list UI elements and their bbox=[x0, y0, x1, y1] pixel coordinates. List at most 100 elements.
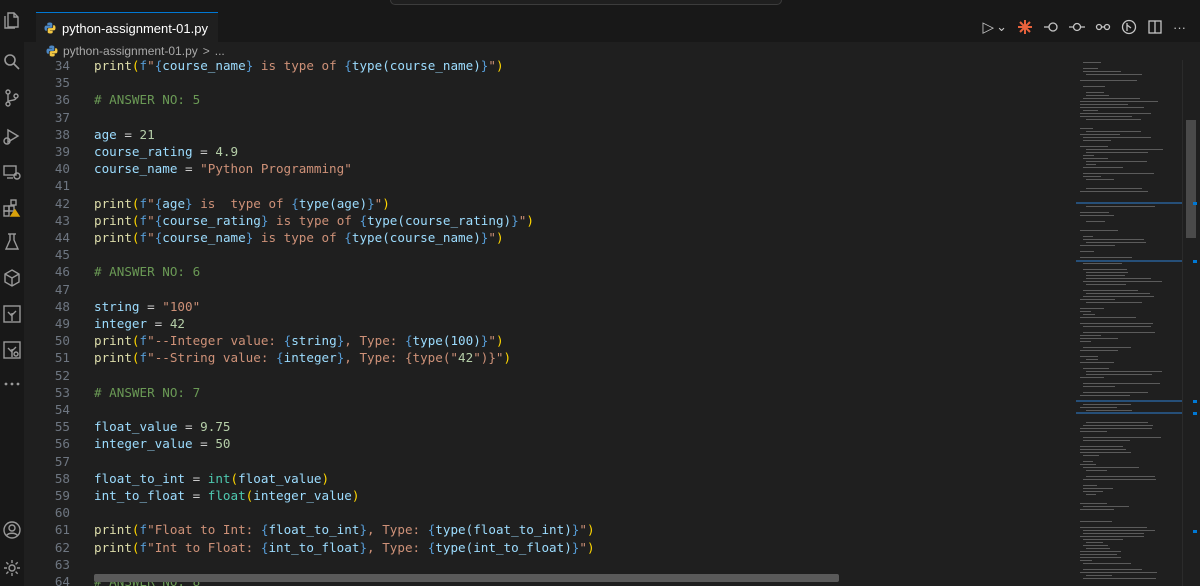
minimap-line bbox=[1083, 530, 1155, 531]
minimap-line bbox=[1083, 539, 1123, 540]
code-line[interactable]: 62 print(f"Int to Float: {int_to_float}, … bbox=[24, 539, 1076, 556]
code-line[interactable]: 47 bbox=[24, 281, 1076, 298]
code-line[interactable]: 60 bbox=[24, 504, 1076, 521]
code-line[interactable]: 51 print(f"--String value: {integer}, Typ… bbox=[24, 349, 1076, 366]
minimap-line bbox=[1086, 92, 1104, 93]
minimap-line bbox=[1083, 506, 1129, 507]
commit-icon[interactable] bbox=[1069, 19, 1085, 35]
code-line[interactable]: 41 bbox=[24, 177, 1076, 194]
minimap-line bbox=[1086, 188, 1142, 189]
minimap-line bbox=[1080, 452, 1131, 453]
git-lens-icon[interactable] bbox=[1121, 19, 1137, 35]
code-line[interactable]: 42 print(f"{age} is type of {type(age)}") bbox=[24, 195, 1076, 212]
code-line[interactable]: 55 float_value = 9.75 bbox=[24, 418, 1076, 435]
scroll-marker bbox=[1193, 400, 1197, 403]
code-line[interactable]: 44 print(f"{course_name} is type of {type… bbox=[24, 229, 1076, 246]
split-editor-icon[interactable] bbox=[1147, 19, 1163, 35]
minimap-line bbox=[1083, 386, 1115, 387]
editor-tab[interactable]: python-assignment-01.py bbox=[36, 12, 218, 43]
minimap-line bbox=[1080, 560, 1092, 561]
files-icon[interactable] bbox=[0, 8, 24, 32]
minimap[interactable] bbox=[1076, 60, 1182, 586]
code-line[interactable]: 34 print(f"{course_name} is type of {type… bbox=[24, 60, 1076, 74]
minimap-line bbox=[1080, 299, 1115, 300]
code-line[interactable]: 38 age = 21 bbox=[24, 126, 1076, 143]
account-icon[interactable] bbox=[0, 518, 24, 542]
code-line[interactable]: 49 integer = 42 bbox=[24, 315, 1076, 332]
code-line[interactable]: 39 course_rating = 4.9 bbox=[24, 143, 1076, 160]
breadcrumb-file[interactable]: python-assignment-01.py bbox=[63, 44, 198, 58]
minimap-line bbox=[1080, 536, 1144, 537]
code-line[interactable]: 59 int_to_float = float(integer_value) bbox=[24, 487, 1076, 504]
code-editor[interactable]: 34 print(f"{course_name} is type of {type… bbox=[24, 60, 1076, 586]
minimap-line bbox=[1080, 212, 1109, 213]
line-number: 38 bbox=[54, 126, 70, 142]
code-line[interactable]: 53 # ANSWER NO: 7 bbox=[24, 384, 1076, 401]
tree-alt-icon[interactable] bbox=[0, 338, 24, 362]
code-line[interactable]: 36 # ANSWER NO: 5 bbox=[24, 91, 1076, 108]
code-line[interactable]: 61 print(f"Float to Int: {float_to_int}, … bbox=[24, 521, 1076, 538]
minimap-line bbox=[1083, 98, 1140, 99]
code-line[interactable]: 37 bbox=[24, 109, 1076, 126]
settings-gear-icon[interactable] bbox=[0, 556, 24, 580]
minimap-line bbox=[1083, 437, 1161, 438]
line-code: string = "100" bbox=[94, 298, 201, 314]
search-icon[interactable] bbox=[0, 50, 24, 74]
line-number: 56 bbox=[54, 436, 70, 452]
minimap-line bbox=[1080, 509, 1114, 510]
line-code: print(f"--String value: {integer}, Type:… bbox=[94, 350, 512, 366]
minimap-line bbox=[1086, 242, 1146, 243]
line-code: course_name = "Python Programming" bbox=[94, 161, 352, 177]
minimap-line bbox=[1086, 161, 1147, 162]
horizontal-scrollbar-thumb[interactable] bbox=[94, 574, 839, 582]
vertical-scrollbar-thumb[interactable] bbox=[1186, 120, 1196, 238]
line-number: 62 bbox=[54, 539, 70, 555]
line-number: 37 bbox=[54, 109, 70, 125]
line-number: 52 bbox=[54, 367, 70, 383]
code-line[interactable]: 45 bbox=[24, 246, 1076, 263]
code-line[interactable]: 63 bbox=[24, 556, 1076, 573]
scroll-marker bbox=[1193, 412, 1197, 415]
testing-icon[interactable] bbox=[0, 230, 24, 254]
code-line[interactable]: 58 float_to_int = int(float_value) bbox=[24, 470, 1076, 487]
code-line[interactable]: 54 bbox=[24, 401, 1076, 418]
source-history-icon[interactable] bbox=[1043, 19, 1059, 35]
vertical-scrollbar[interactable] bbox=[1182, 60, 1200, 586]
package-icon[interactable] bbox=[0, 266, 24, 290]
tree-icon[interactable] bbox=[0, 302, 24, 326]
code-line[interactable]: 43 print(f"{course_rating} is type of {ty… bbox=[24, 212, 1076, 229]
minimap-line bbox=[1083, 158, 1108, 159]
code-line[interactable]: 50 print(f"--Integer value: {string}, Typ… bbox=[24, 332, 1076, 349]
run-debug-icon[interactable] bbox=[0, 124, 24, 148]
minimap-line bbox=[1083, 137, 1151, 138]
minimap-line bbox=[1086, 164, 1096, 165]
source-control-icon[interactable] bbox=[0, 86, 24, 110]
code-line[interactable]: 35 bbox=[24, 74, 1076, 91]
more-actions-button[interactable]: ··· bbox=[1173, 20, 1186, 35]
copilot-icon[interactable] bbox=[1017, 19, 1033, 35]
minimap-highlight bbox=[1076, 400, 1182, 402]
remote-explorer-icon[interactable] bbox=[0, 160, 24, 184]
run-menu-chevron-icon[interactable]: ⌄ bbox=[996, 19, 1007, 35]
line-code: print(f"--Integer value: {string}, Type:… bbox=[94, 333, 504, 349]
compare-changes-icon[interactable] bbox=[1095, 19, 1111, 35]
code-line[interactable]: 57 bbox=[24, 453, 1076, 470]
minimap-line bbox=[1083, 440, 1130, 441]
code-line[interactable]: 56 integer_value = 50 bbox=[24, 435, 1076, 452]
code-line[interactable]: 46 # ANSWER NO: 6 bbox=[24, 263, 1076, 280]
command-center[interactable] bbox=[390, 0, 782, 5]
title-strip bbox=[0, 0, 1200, 12]
minimap-line bbox=[1086, 206, 1155, 207]
line-code: print(f"Float to Int: {float_to_int}, Ty… bbox=[94, 522, 595, 538]
minimap-line bbox=[1083, 269, 1127, 270]
extensions-icon[interactable] bbox=[0, 196, 24, 220]
minimap-line bbox=[1083, 71, 1121, 72]
code-line[interactable]: 48 string = "100" bbox=[24, 298, 1076, 315]
minimap-line bbox=[1083, 176, 1101, 177]
run-button[interactable]: ▷ bbox=[983, 18, 995, 36]
more-icon[interactable] bbox=[0, 372, 24, 396]
code-line[interactable]: 40 course_name = "Python Programming" bbox=[24, 160, 1076, 177]
breadcrumb-more[interactable]: ... bbox=[215, 44, 225, 58]
minimap-line bbox=[1080, 134, 1120, 135]
code-line[interactable]: 52 bbox=[24, 367, 1076, 384]
